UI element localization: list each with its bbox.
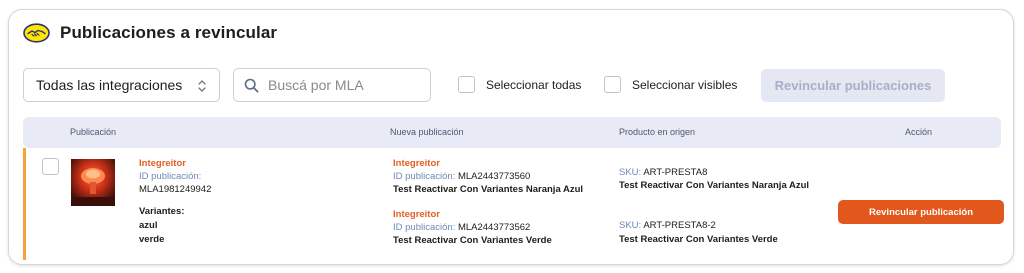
search-icon bbox=[244, 78, 259, 92]
new-publication-title: Test Reactivar Con Variantes Naranja Azu… bbox=[393, 184, 584, 195]
relink-publication-button[interactable]: Revincular publicación bbox=[838, 200, 1004, 224]
origin-sku-row: SKU: ART-PRESTA8 bbox=[619, 167, 707, 180]
column-header-action: Acción bbox=[905, 127, 933, 137]
page-title: Publicaciones a revincular bbox=[60, 23, 278, 42]
select-all-control[interactable]: Seleccionar todas bbox=[458, 76, 581, 93]
select-visible-checkbox[interactable] bbox=[604, 76, 621, 93]
variant-item: azul bbox=[139, 220, 158, 231]
origin-sku-row: SKU: ART-PRESTA8-2 bbox=[619, 220, 716, 233]
table-header: Publicación Nueva publicación Producto e… bbox=[23, 117, 1001, 148]
table-row: Integreitor ID publicación: MLA198124994… bbox=[23, 148, 1004, 260]
new-publication-id-label: ID publicación: bbox=[393, 222, 456, 233]
new-publication-id-label: ID publicación: bbox=[393, 171, 456, 182]
row-checkbox[interactable] bbox=[42, 158, 59, 175]
integration-select-value: Todas las integraciones bbox=[36, 77, 183, 93]
new-publication-integration: Integreitor bbox=[393, 158, 440, 169]
origin-product-title: Test Reactivar Con Variantes Verde bbox=[619, 234, 778, 245]
variants-label: Variantes: bbox=[139, 206, 185, 217]
origin-sku-label: SKU: bbox=[619, 167, 642, 178]
product-thumbnail bbox=[71, 159, 115, 206]
select-all-label: Seleccionar todas bbox=[486, 77, 582, 92]
new-publication-id-row: ID publicación: MLA2443773560 bbox=[393, 171, 530, 184]
new-publication-id-row: ID publicación: MLA2443773562 bbox=[393, 222, 530, 235]
column-header-new-publication: Nueva publicación bbox=[390, 127, 464, 137]
relink-publications-button[interactable]: Revincular publicaciones bbox=[761, 69, 945, 102]
new-publication-title: Test Reactivar Con Variantes Verde bbox=[393, 235, 552, 246]
origin-product-title: Test Reactivar Con Variantes Naranja Azu… bbox=[619, 180, 810, 191]
origin-sku-label: SKU: bbox=[619, 220, 642, 231]
column-header-publication: Publicación bbox=[70, 127, 117, 137]
search-field[interactable] bbox=[233, 68, 431, 102]
header: Publicaciones a revincular bbox=[23, 20, 277, 46]
new-publication-id: MLA2443773560 bbox=[457, 171, 531, 182]
handshake-logo-icon bbox=[23, 23, 50, 43]
select-visible-control[interactable]: Seleccionar visibles bbox=[604, 76, 737, 93]
search-input[interactable] bbox=[268, 77, 418, 93]
new-publication-id: MLA2443773562 bbox=[457, 222, 531, 233]
integration-select[interactable]: Todas las integraciones bbox=[23, 68, 220, 102]
relink-publications-card: Publicaciones a revincular Todas las int… bbox=[8, 9, 1014, 265]
column-header-origin-product: Producto en origen bbox=[619, 127, 696, 137]
origin-sku: ART-PRESTA8 bbox=[643, 167, 708, 178]
publication-id: MLA1981249942 bbox=[139, 184, 212, 195]
chevron-up-down-icon bbox=[198, 80, 206, 92]
new-publication-integration: Integreitor bbox=[393, 209, 440, 220]
variant-item: verde bbox=[139, 234, 165, 245]
publication-id-label: ID publicación: bbox=[139, 171, 202, 182]
select-all-checkbox[interactable] bbox=[458, 76, 475, 93]
publication-integration: Integreitor bbox=[139, 158, 186, 169]
select-visible-label: Seleccionar visibles bbox=[632, 77, 738, 92]
origin-sku: ART-PRESTA8-2 bbox=[643, 220, 716, 231]
